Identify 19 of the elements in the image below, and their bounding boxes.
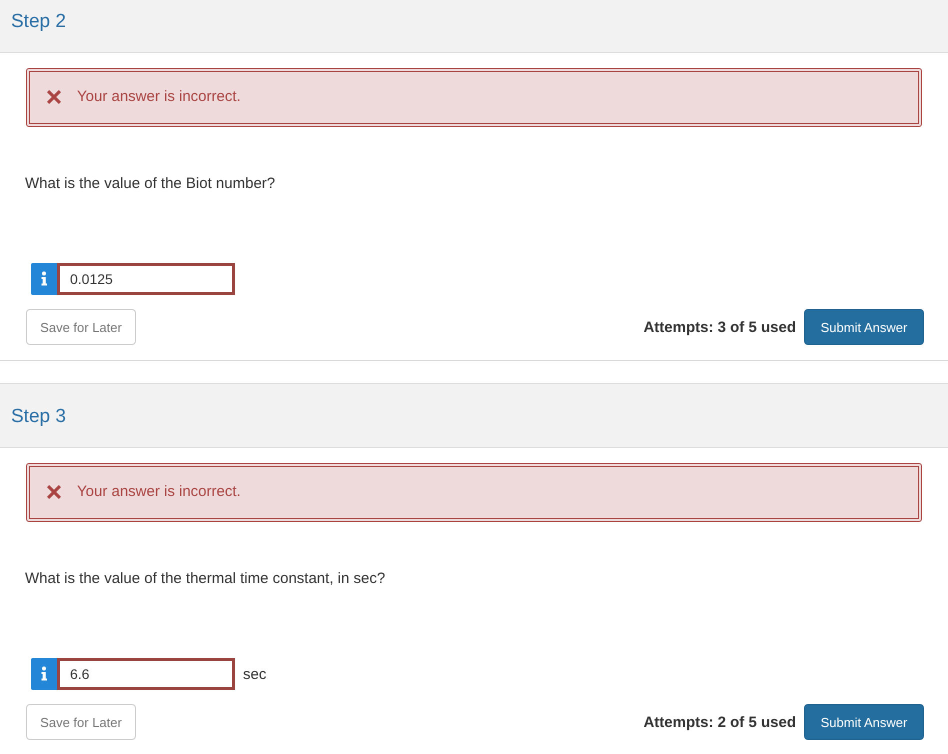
feedback-message: Your answer is incorrect.: [77, 87, 241, 107]
cross-icon: [47, 90, 61, 104]
question-text: What is the value of the Biot number?: [25, 174, 276, 194]
answer-field[interactable]: 0.0125: [57, 263, 235, 295]
question-text: What is the value of the thermal time constant, in sec?: [25, 569, 386, 589]
save-for-later-button[interactable]: Save for Later: [26, 309, 136, 345]
step-title: Step 3: [11, 404, 66, 428]
feedback-message: Your answer is incorrect.: [77, 482, 241, 502]
step-title: Step 2: [11, 10, 66, 34]
save-for-later-button[interactable]: Save for Later: [26, 704, 136, 740]
info-icon[interactable]: [31, 658, 57, 690]
attempts-counter: Attempts: 3 of 5 used: [643, 318, 796, 336]
info-icon[interactable]: [31, 263, 57, 295]
attempts-counter: Attempts: 2 of 5 used: [643, 714, 796, 730]
answer-field[interactable]: 6.6: [57, 658, 235, 690]
submit-answer-button[interactable]: Submit Answer: [804, 309, 924, 345]
cross-icon: [47, 485, 61, 499]
submit-answer-button[interactable]: Submit Answer: [804, 704, 924, 740]
unit-label: sec: [243, 666, 266, 682]
